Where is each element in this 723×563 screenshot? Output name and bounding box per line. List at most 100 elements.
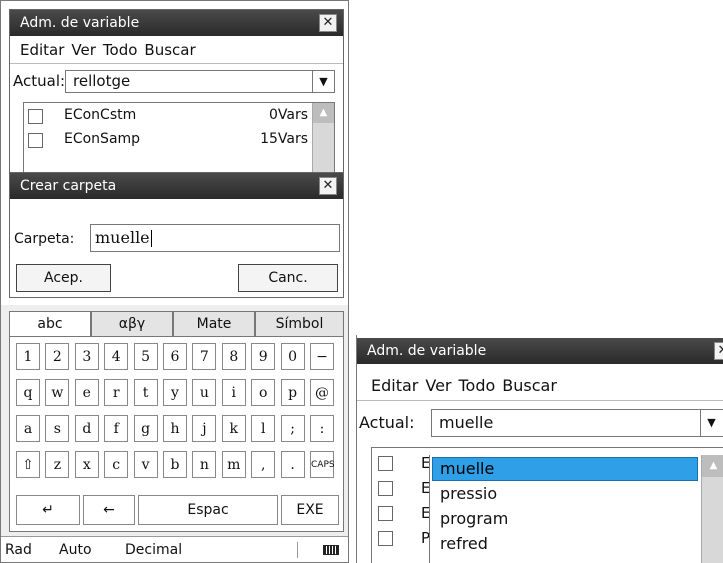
window-title: Adm. de variable <box>20 15 140 31</box>
keyboard-key[interactable]: u <box>192 379 217 406</box>
keyboard-key[interactable]: p <box>280 379 305 406</box>
list-item-name[interactable]: EConSamp <box>64 131 140 147</box>
keyboard-key[interactable]: y <box>163 379 187 406</box>
variable-manager-titlebar: Adm. de variable ✕ <box>357 338 723 364</box>
dropdown-option[interactable]: program <box>440 509 508 528</box>
actual-folder-value: rellotge <box>73 72 131 90</box>
keyboard-key[interactable]: g <box>133 415 158 442</box>
keyboard-key[interactable]: c <box>104 451 129 478</box>
row-checkbox[interactable] <box>378 531 393 546</box>
keyboard-key[interactable]: e <box>74 379 99 406</box>
keyboard-key[interactable]: s <box>45 415 70 442</box>
menu-todo[interactable]: Todo <box>459 376 496 395</box>
backspace-key[interactable]: ← <box>83 495 135 525</box>
keyboard-key[interactable]: 5 <box>133 343 158 370</box>
close-button[interactable]: ✕ <box>714 342 723 360</box>
keyboard-key[interactable]: a <box>16 415 40 442</box>
keyboard-key[interactable]: CAPS <box>310 451 335 478</box>
accept-button[interactable]: Acep. <box>16 264 111 292</box>
exe-key[interactable]: EXE <box>281 495 339 525</box>
keyboard-key[interactable]: ; <box>280 415 305 442</box>
keyboard-key[interactable]: x <box>74 451 99 478</box>
menu-editar[interactable]: Editar <box>371 376 418 395</box>
tab-mate[interactable]: Mate <box>173 311 255 337</box>
text-caret <box>150 230 152 247</box>
dropdown-option[interactable]: pressio <box>440 484 497 503</box>
vertical-scrollbar[interactable]: ▲ <box>312 103 334 173</box>
menu-todo[interactable]: Todo <box>103 41 138 59</box>
menu-ver[interactable]: Ver <box>425 376 451 395</box>
keyboard-key[interactable]: w <box>45 379 70 406</box>
chevron-down-icon[interactable]: ▼ <box>312 71 334 92</box>
actual-folder-select[interactable]: rellotge ▼ <box>65 70 335 93</box>
keyboard-key[interactable]: r <box>104 379 129 406</box>
keyboard-key[interactable]: ⇧ <box>16 451 40 478</box>
tab-abc[interactable]: abc <box>9 311 91 337</box>
calculator-screen-create-folder: Adm. de variable ✕ Editar Ver Todo Buscar A… <box>0 0 349 563</box>
menu-editar[interactable]: Editar <box>20 41 64 59</box>
row-checkbox[interactable] <box>28 109 43 124</box>
row-checkbox[interactable] <box>378 506 393 521</box>
keyboard-key[interactable]: 1 <box>16 343 40 370</box>
row-checkbox[interactable] <box>28 133 43 148</box>
keyboard-key[interactable]: z <box>45 451 70 478</box>
tab-simbol[interactable]: Símbol <box>255 311 344 337</box>
keyboard-key[interactable]: t <box>133 379 158 406</box>
calc-mode[interactable]: Auto <box>59 537 92 562</box>
vertical-scrollbar[interactable]: ▲ <box>701 455 723 563</box>
tab-greek[interactable]: αβγ <box>91 311 173 337</box>
actual-folder-select[interactable]: muelle ▼ <box>431 409 723 437</box>
variable-list: EConCstm 0Vars EConSamp 15Vars ▲ <box>23 102 335 174</box>
actual-label: Actual: <box>359 413 415 432</box>
menu-buscar[interactable]: Buscar <box>502 376 557 395</box>
keyboard-key[interactable]: f <box>104 415 129 442</box>
keyboard-key[interactable]: − <box>310 343 334 370</box>
keyboard-key[interactable]: 6 <box>163 343 187 370</box>
dropdown-option[interactable]: refred <box>440 534 488 553</box>
keyboard-key[interactable]: 3 <box>74 343 99 370</box>
list-item-count: 15Vars <box>260 131 308 147</box>
menu-buscar[interactable]: Buscar <box>144 41 195 59</box>
keyboard-key[interactable]: h <box>163 415 187 442</box>
row-checkbox[interactable] <box>378 481 393 496</box>
folder-name-input[interactable]: muelle <box>90 224 340 252</box>
keyboard-key[interactable]: . <box>280 451 305 478</box>
keyboard-key[interactable]: n <box>192 451 217 478</box>
keyboard-key[interactable]: 4 <box>104 343 129 370</box>
number-format[interactable]: Decimal <box>125 537 182 562</box>
scroll-up-icon[interactable]: ▲ <box>313 103 334 123</box>
keyboard-key[interactable]: l <box>251 415 276 442</box>
cancel-button[interactable]: Canc. <box>238 264 338 292</box>
keyboard-key[interactable]: j <box>192 415 217 442</box>
keyboard-key[interactable]: 8 <box>221 343 246 370</box>
soft-keyboard: abc αβγ Mate Símbol ↵ ← Espac EXE 123456… <box>1 305 348 536</box>
close-button[interactable]: ✕ <box>319 14 337 32</box>
keyboard-key[interactable]: k <box>221 415 246 442</box>
chevron-down-icon[interactable]: ▼ <box>700 410 722 436</box>
keyboard-key[interactable]: 7 <box>192 343 217 370</box>
keyboard-key[interactable]: @ <box>310 379 334 406</box>
scroll-up-icon[interactable]: ▲ <box>702 455 723 477</box>
list-item-name[interactable]: EConCstm <box>64 107 136 123</box>
enter-key[interactable]: ↵ <box>16 495 80 525</box>
keyboard-key[interactable]: v <box>133 451 158 478</box>
dropdown-option[interactable]: muelle <box>440 459 494 478</box>
keyboard-key[interactable]: o <box>251 379 276 406</box>
folder-name-label: Carpeta: <box>14 231 75 247</box>
keyboard-key[interactable]: q <box>16 379 40 406</box>
keyboard-key[interactable]: d <box>74 415 99 442</box>
space-key[interactable]: Espac <box>138 495 278 525</box>
keyboard-key[interactable]: , <box>251 451 276 478</box>
row-checkbox[interactable] <box>378 456 393 471</box>
keyboard-key[interactable]: 9 <box>251 343 276 370</box>
menu-ver[interactable]: Ver <box>71 41 96 59</box>
keyboard-key[interactable]: : <box>310 415 334 442</box>
angle-mode[interactable]: Rad <box>5 537 32 562</box>
keyboard-key[interactable]: 2 <box>45 343 70 370</box>
keyboard-key[interactable]: m <box>221 451 246 478</box>
keyboard-key[interactable]: 0 <box>280 343 305 370</box>
keyboard-key[interactable]: i <box>221 379 246 406</box>
close-button[interactable]: ✕ <box>319 177 337 195</box>
keyboard-key[interactable]: b <box>163 451 187 478</box>
battery-icon <box>323 545 339 555</box>
